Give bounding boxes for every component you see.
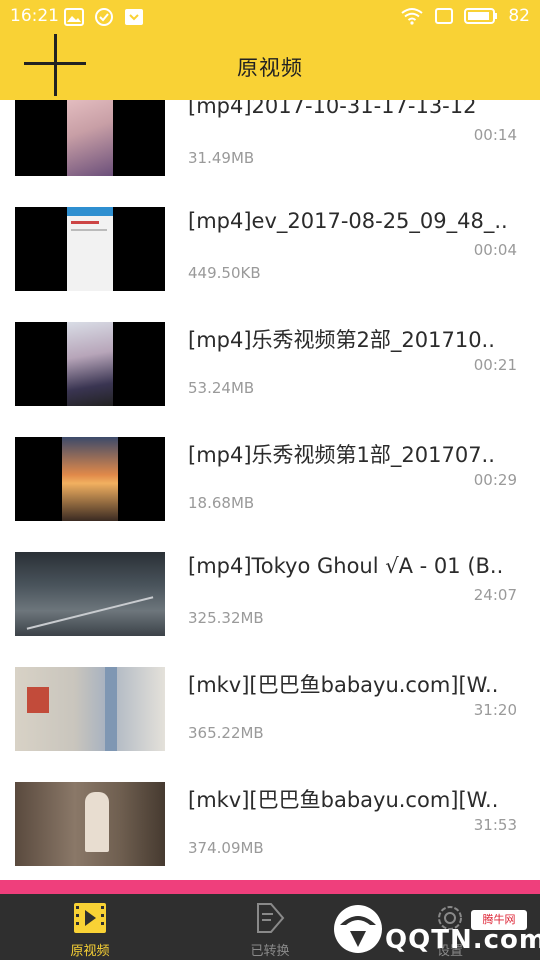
video-name: [mp4]2017-10-31-17-13-12 xyxy=(188,100,477,118)
tab-converted[interactable]: 已转换 xyxy=(200,894,340,960)
video-duration: 00:14 xyxy=(473,126,517,144)
video-thumbnail xyxy=(15,322,165,406)
check-circle-icon xyxy=(95,8,113,26)
video-duration: 00:04 xyxy=(473,241,517,259)
video-thumbnail xyxy=(15,552,165,636)
page-title: 原视频 xyxy=(237,56,303,80)
screen-icon xyxy=(435,8,454,24)
video-item[interactable]: [mp4]ev_2017-08-25_09_48_.. 00:04 449.50… xyxy=(0,207,540,322)
video-name: [mp4]乐秀视频第2部_201710.. xyxy=(188,328,495,352)
video-name: [mp4]Tokyo Ghoul √A - 01 (B.. xyxy=(188,554,504,578)
tab-original-videos[interactable]: 原视频 xyxy=(20,894,160,960)
video-list[interactable]: [mp4]2017-10-31-17-13-12 00:14 31.49MB [… xyxy=(0,100,540,880)
video-name: [mp4]乐秀视频第1部_201707.. xyxy=(188,443,495,467)
video-thumbnail xyxy=(15,782,165,866)
video-item[interactable]: [mkv][巴巴鱼babayu.com][W.. 31:20 365.22MB xyxy=(0,667,540,782)
nav-label: 原视频 xyxy=(70,944,110,959)
watermark-badge: 腾牛网 xyxy=(471,910,527,930)
notification-icons xyxy=(64,8,144,26)
video-size: 53.24MB xyxy=(188,379,255,397)
nav-label: 已转换 xyxy=(250,944,290,959)
video-size: 449.50KB xyxy=(188,264,261,282)
video-duration: 31:53 xyxy=(473,816,517,834)
video-item[interactable]: [mp4]2017-10-31-17-13-12 00:14 31.49MB xyxy=(0,100,540,207)
status-right: 82 xyxy=(400,6,530,26)
video-thumbnail xyxy=(15,207,165,291)
wifi-icon xyxy=(401,8,423,25)
video-size: 325.32MB xyxy=(188,609,264,627)
video-thumbnail xyxy=(15,437,165,521)
status-bar: 16:21 82 xyxy=(0,0,540,34)
video-size: 365.22MB xyxy=(188,724,264,742)
image-notification-icon xyxy=(64,8,84,26)
video-item[interactable]: [mkv][巴巴鱼babayu.com][W.. 31:53 374.09MB xyxy=(0,782,540,880)
video-thumbnail xyxy=(15,667,165,751)
video-size: 374.09MB xyxy=(188,839,264,857)
video-size: 31.49MB xyxy=(188,149,255,167)
converted-icon xyxy=(257,903,285,933)
video-item[interactable]: [mp4]乐秀视频第2部_201710.. 00:21 53.24MB xyxy=(0,322,540,437)
video-size: 18.68MB xyxy=(188,494,255,512)
pink-divider xyxy=(0,880,540,894)
video-name: [mkv][巴巴鱼babayu.com][W.. xyxy=(188,788,499,812)
video-item[interactable]: [mp4]Tokyo Ghoul √A - 01 (B.. 24:07 325.… xyxy=(0,552,540,667)
video-duration: 00:21 xyxy=(473,356,517,374)
watermark-logo xyxy=(334,905,382,953)
status-time: 16:21 xyxy=(10,6,59,26)
video-duration: 24:07 xyxy=(473,586,517,604)
video-thumbnail xyxy=(15,100,165,176)
video-duration: 00:29 xyxy=(473,471,517,489)
top-bar: 16:21 82 原视频 xyxy=(0,0,540,100)
download-notification-icon xyxy=(125,9,143,25)
video-name: [mkv][巴巴鱼babayu.com][W.. xyxy=(188,673,499,697)
battery-icon xyxy=(464,8,498,24)
battery-level: 82 xyxy=(508,6,530,26)
video-name: [mp4]ev_2017-08-25_09_48_.. xyxy=(188,209,508,233)
video-item[interactable]: [mp4]乐秀视频第1部_201707.. 00:29 18.68MB xyxy=(0,437,540,552)
film-icon xyxy=(74,903,106,933)
video-duration: 31:20 xyxy=(473,701,517,719)
